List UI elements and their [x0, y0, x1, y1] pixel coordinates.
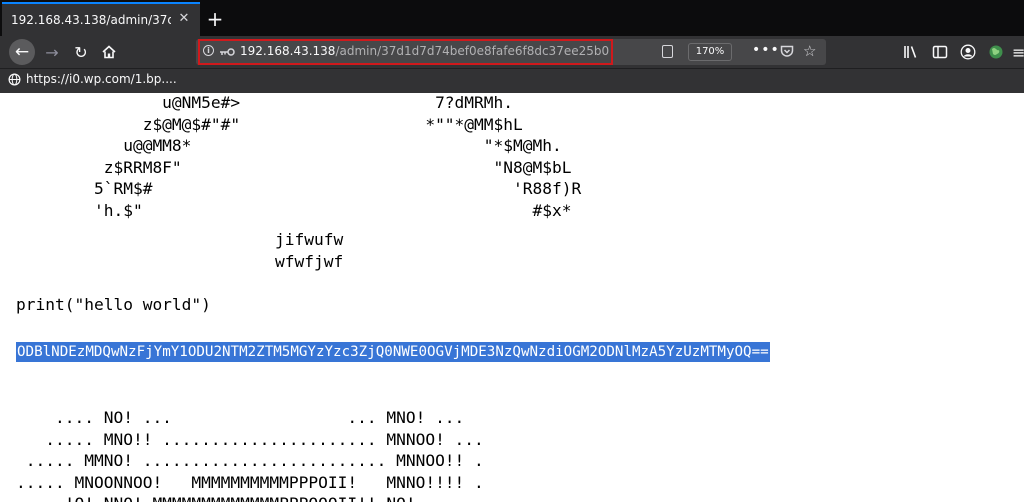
- home-icon: [102, 45, 116, 59]
- zoom-level-button[interactable]: 170%: [688, 43, 732, 61]
- url-host: 192.168.43.138: [240, 44, 336, 58]
- reload-button[interactable]: ↻: [71, 42, 91, 62]
- pocket-icon[interactable]: [780, 44, 794, 58]
- globe-icon: [8, 73, 21, 85]
- print-statement: print("hello world"): [16, 295, 211, 314]
- extensions-globe-icon[interactable]: [988, 44, 1004, 60]
- address-bar[interactable]: i 192.168.43.138/admin/37d1d7d74bef0e8fa…: [196, 39, 826, 65]
- page-actions-icon[interactable]: •••: [752, 42, 780, 58]
- bookmark-star-icon[interactable]: ☆: [803, 42, 816, 60]
- url-path: /admin/37d1d7d74bef0e8fafe6f8dc37ee25b0: [335, 44, 610, 58]
- back-button[interactable]: ←: [9, 39, 35, 65]
- home-button[interactable]: [99, 42, 119, 62]
- ascii-art-bottom: .... NO! ... ... MNO! ... ..... MNO!! ..…: [16, 408, 484, 502]
- sidebar-icon[interactable]: [932, 44, 948, 60]
- forward-button[interactable]: →: [42, 42, 62, 62]
- account-icon[interactable]: [960, 44, 976, 60]
- overflow-menu-button[interactable]: ≡: [1012, 42, 1024, 62]
- ascii-art-words: jifwufw wfwfjwf: [275, 230, 344, 271]
- navigation-toolbar: ← → ↻ i 192.168.43.138/admin/37d1d7d74be…: [0, 36, 1024, 69]
- ascii-art-top: u@NM5e#> 7?dMRMh. z$@M@$#"#" *""*@MM$hL …: [93, 93, 582, 220]
- site-info-icon[interactable]: i: [203, 45, 214, 56]
- new-tab-button[interactable]: +: [200, 2, 230, 36]
- tab-strip: 192.168.43.138/admin/37d1d7d74bef0e8fafe…: [0, 0, 1024, 36]
- selected-encoded-string[interactable]: ODBlNDEzMDQwNzFjYmY1ODU2NTM2ZTM5MGYzYzc3…: [16, 342, 770, 362]
- reader-view-icon[interactable]: [662, 45, 673, 58]
- close-tab-icon[interactable]: ✕: [176, 11, 192, 27]
- page-content: u@NM5e#> 7?dMRMh. z$@M@$#"#" *""*@MM$hL …: [0, 93, 1024, 502]
- key-icon[interactable]: [219, 45, 235, 59]
- bookmark-label: https://i0.wp.com/1.bp....: [26, 72, 177, 86]
- bookmarks-toolbar: https://i0.wp.com/1.bp....: [0, 69, 1024, 93]
- library-icon[interactable]: [903, 44, 919, 60]
- url-text[interactable]: 192.168.43.138/admin/37d1d7d74bef0e8fafe…: [240, 44, 609, 58]
- browser-tab[interactable]: 192.168.43.138/admin/37d1d7d74bef0e8fafe…: [2, 2, 200, 36]
- bookmark-item[interactable]: https://i0.wp.com/1.bp....: [8, 72, 177, 86]
- tab-title: 192.168.43.138/admin/37d1d7d74bef0e8fafe…: [11, 13, 171, 27]
